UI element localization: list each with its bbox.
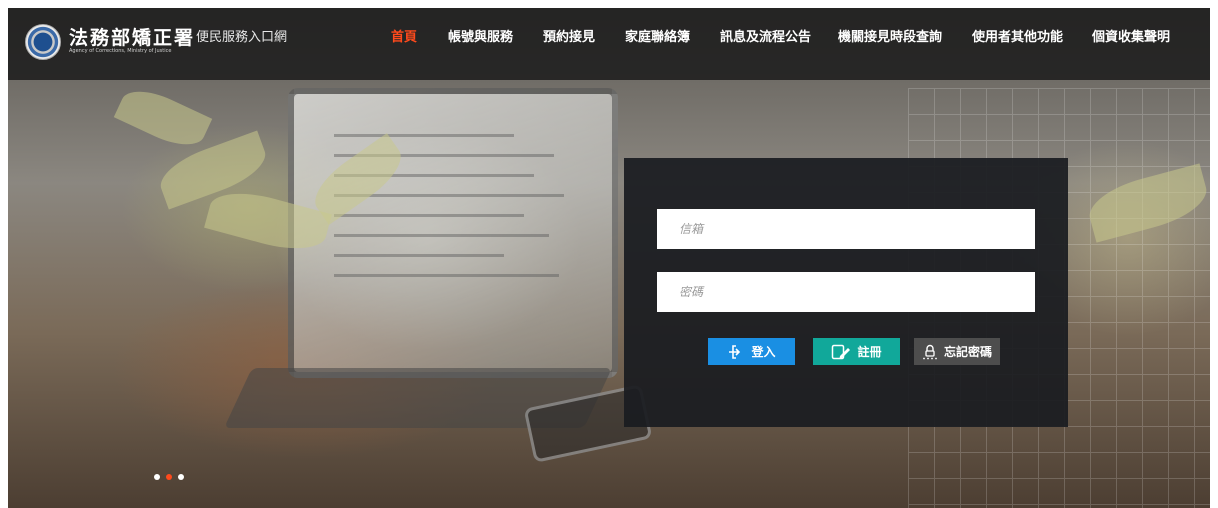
nav-item-visit-time-query[interactable]: 機關接見時段查詢 — [838, 26, 942, 45]
logo-subtitle: Agency of Corrections, Ministry of Justi… — [69, 48, 172, 54]
sign-in-icon — [727, 344, 745, 360]
nav-item-home[interactable]: 首頁 — [391, 26, 417, 45]
forgot-password-button-label: 忘記密碼 — [943, 345, 992, 359]
login-button[interactable]: 登入 — [708, 338, 795, 365]
email-field[interactable] — [657, 209, 1035, 249]
nav-item-announcements[interactable]: 訊息及流程公告 — [720, 26, 811, 45]
password-field[interactable] — [657, 272, 1035, 312]
top-navigation-bar: 法務部矯正署 Agency of Corrections, Ministry o… — [8, 8, 1210, 80]
forgot-password-button[interactable]: 忘記密碼 — [914, 338, 1000, 365]
register-button-label: 註冊 — [857, 345, 882, 359]
nav-item-account-services[interactable]: 帳號與服務 — [448, 26, 513, 45]
logo-title[interactable]: 法務部矯正署 — [69, 23, 195, 50]
carousel-dot[interactable] — [154, 474, 160, 480]
lock-password-icon — [922, 344, 938, 360]
site-name: 便民服務入口網 — [196, 30, 288, 45]
page-frame: 法務部矯正署 Agency of Corrections, Ministry o… — [8, 8, 1210, 508]
nav-item-visit-booking[interactable]: 預約接見 — [543, 26, 595, 45]
carousel-pagination — [154, 474, 184, 480]
carousel-dot[interactable] — [178, 474, 184, 480]
nav-item-family-contact-book[interactable]: 家庭聯絡簿 — [625, 26, 690, 45]
register-edit-icon — [831, 344, 851, 360]
nav-item-user-functions[interactable]: 使用者其他功能 — [972, 26, 1063, 45]
login-panel: 登入 註冊 忘記密碼 — [624, 158, 1068, 427]
laptop-photo-element — [288, 88, 618, 378]
nav-item-privacy-statement[interactable]: 個資收集聲明 — [1092, 26, 1170, 45]
register-button[interactable]: 註冊 — [813, 338, 900, 365]
login-button-label: 登入 — [751, 345, 776, 359]
carousel-dot-active[interactable] — [166, 474, 172, 480]
plant-leaf — [113, 80, 213, 156]
agency-emblem-logo[interactable] — [25, 24, 61, 60]
